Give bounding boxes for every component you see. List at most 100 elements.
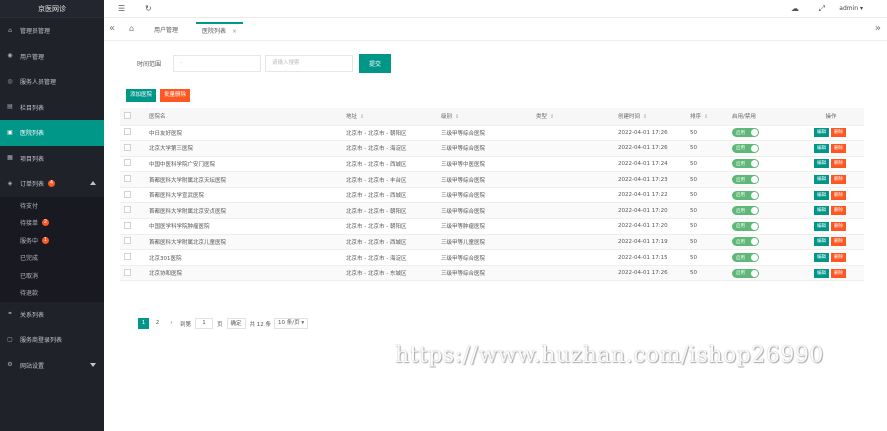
submenu-item-cancelled[interactable]: 已取消 bbox=[0, 267, 104, 285]
status-toggle[interactable]: 启用 bbox=[732, 128, 759, 138]
row-checkbox[interactable] bbox=[124, 159, 131, 167]
batch-delete-button[interactable]: 批量删除 bbox=[160, 89, 191, 102]
row-checkbox[interactable] bbox=[124, 190, 131, 198]
col-header-level[interactable]: 级别 ⇕ bbox=[437, 108, 532, 126]
submit-button[interactable]: 提交 bbox=[359, 54, 391, 73]
col-header-sort[interactable]: 排序 ⇕ bbox=[686, 108, 728, 126]
goto-confirm-button[interactable]: 确定 bbox=[226, 318, 246, 329]
status-toggle[interactable]: 启用 bbox=[732, 237, 759, 247]
sort-icon[interactable]: ⇕ bbox=[455, 114, 459, 120]
submenu-item-pending-payment[interactable]: 待支付 bbox=[0, 197, 104, 215]
row-checkbox[interactable] bbox=[124, 143, 131, 151]
next-page-button[interactable]: › bbox=[166, 318, 177, 329]
edit-button[interactable]: 编辑 bbox=[814, 143, 829, 153]
page-1-button[interactable]: 1 bbox=[138, 318, 149, 329]
cell-type bbox=[532, 171, 614, 188]
page-size-select[interactable]: 10 条/页 ▾ bbox=[274, 318, 309, 329]
edit-button[interactable]: 编辑 bbox=[814, 175, 829, 185]
sort-icon[interactable]: ⇕ bbox=[643, 114, 647, 120]
keyword-input[interactable]: 请输入搜索 bbox=[265, 55, 353, 72]
chevron-up-icon bbox=[90, 181, 96, 185]
delete-button[interactable]: 删除 bbox=[831, 128, 846, 138]
tabs-prev-icon[interactable]: « bbox=[109, 23, 115, 35]
home-tab-icon[interactable]: ⌂ bbox=[129, 23, 134, 35]
col-header-address[interactable]: 地址 ⇕ bbox=[342, 108, 437, 126]
sidebar-item-admin-manage[interactable]: ⌂ 管理员管理 bbox=[0, 18, 104, 44]
row-checkbox[interactable] bbox=[124, 268, 131, 276]
tabs-next-icon[interactable]: » bbox=[875, 23, 881, 35]
submenu-item-in-service[interactable]: 服务中 1 bbox=[0, 232, 104, 250]
sort-icon[interactable]: ⇕ bbox=[360, 114, 364, 120]
theme-icon[interactable]: ☁ bbox=[791, 4, 799, 14]
goto-page-input[interactable]: 1 bbox=[195, 318, 214, 329]
delete-button[interactable]: 删除 bbox=[831, 206, 846, 216]
row-checkbox[interactable] bbox=[124, 128, 131, 136]
table-row: 北京大学第三医院 北京市 - 北京市 - 海淀区 三级甲等综合医院 2022-04-0… bbox=[120, 140, 864, 157]
col-header-type[interactable]: 类型 ⇕ bbox=[532, 108, 614, 126]
status-toggle[interactable]: 启用 bbox=[732, 253, 759, 263]
sidebar-item-relation-list[interactable]: ⚭ 关系列表 bbox=[0, 302, 104, 328]
sidebar-item-staff-manage[interactable]: ◎ 服务人员管理 bbox=[0, 69, 104, 95]
delete-button[interactable]: 删除 bbox=[831, 190, 846, 200]
delete-button[interactable]: 删除 bbox=[831, 253, 846, 263]
delete-button[interactable]: 删除 bbox=[831, 159, 846, 169]
row-checkbox[interactable] bbox=[124, 237, 131, 245]
submenu-item-pending-refund[interactable]: 待退款 bbox=[0, 284, 104, 302]
edit-button[interactable]: 编辑 bbox=[814, 237, 829, 247]
row-checkbox[interactable] bbox=[124, 253, 131, 261]
col-header-name[interactable]: 医院名 bbox=[145, 108, 342, 126]
row-checkbox[interactable] bbox=[124, 221, 131, 229]
delete-button[interactable]: 删除 bbox=[831, 237, 846, 247]
cell-created: 2022-04-01 17:20 bbox=[614, 202, 686, 220]
delete-button[interactable]: 删除 bbox=[831, 221, 846, 231]
edit-button[interactable]: 编辑 bbox=[814, 253, 829, 263]
sort-icon[interactable]: ⇕ bbox=[704, 114, 708, 120]
edit-button[interactable]: 编辑 bbox=[814, 159, 829, 169]
status-toggle[interactable]: 启用 bbox=[732, 221, 759, 231]
delete-button[interactable]: 删除 bbox=[831, 143, 846, 153]
date-range-input[interactable]: - bbox=[173, 55, 261, 72]
sidebar-item-project-list[interactable]: ▦ 项目列表 bbox=[0, 146, 104, 172]
goto-label: 到第 bbox=[180, 321, 192, 328]
sidebar-item-hospital-list[interactable]: ▣ 医院列表 bbox=[0, 120, 104, 146]
delete-button[interactable]: 删除 bbox=[831, 268, 846, 278]
sort-icon[interactable]: ⇕ bbox=[550, 114, 554, 120]
edit-button[interactable]: 编辑 bbox=[814, 128, 829, 138]
edit-button[interactable]: 编辑 bbox=[814, 221, 829, 231]
row-checkbox[interactable] bbox=[124, 206, 131, 214]
select-all-checkbox[interactable] bbox=[124, 111, 131, 119]
col-header-created[interactable]: 创建时间 ⇕ bbox=[614, 108, 686, 126]
menu-toggle-icon[interactable]: ☰ bbox=[118, 4, 125, 14]
edit-button[interactable]: 编辑 bbox=[814, 190, 829, 200]
edit-button[interactable]: 编辑 bbox=[814, 206, 829, 216]
delete-button[interactable]: 删除 bbox=[831, 175, 846, 185]
status-toggle[interactable]: 启用 bbox=[732, 175, 759, 185]
sidebar-item-login-list[interactable]: ▢ 服务商登录列表 bbox=[0, 327, 104, 353]
tab-hospital-list[interactable]: 医院列表 × bbox=[196, 22, 244, 39]
page-2-button[interactable]: 2 bbox=[152, 318, 163, 329]
toggle-knob bbox=[751, 176, 758, 184]
row-checkbox[interactable] bbox=[124, 175, 131, 183]
sidebar-item-order-list[interactable]: ◈ 订单列表 4 bbox=[0, 171, 104, 197]
edit-button[interactable]: 编辑 bbox=[814, 268, 829, 278]
status-toggle[interactable]: 启用 bbox=[732, 190, 759, 200]
refresh-icon[interactable]: ↻ bbox=[145, 4, 152, 14]
sidebar-item-site-settings[interactable]: ⚙ 网站设置 bbox=[0, 353, 104, 379]
tab-bar: « ⌂ 用户管理 医院列表 × » bbox=[104, 19, 887, 41]
user-menu[interactable]: admin ▾ bbox=[839, 5, 863, 12]
status-toggle[interactable]: 启用 bbox=[732, 159, 759, 169]
add-hospital-button[interactable]: 添加医院 bbox=[126, 89, 157, 102]
fullscreen-icon[interactable]: ⤢ bbox=[819, 4, 825, 14]
submenu-item-pending-accept[interactable]: 待接单 2 bbox=[0, 214, 104, 232]
close-icon[interactable]: × bbox=[232, 28, 237, 35]
tab-user-manage[interactable]: 用户管理 bbox=[148, 22, 184, 39]
cell-address: 北京市 - 北京市 - 西城区 bbox=[342, 234, 437, 251]
sidebar-item-column-list[interactable]: ▤ 栏目列表 bbox=[0, 95, 104, 121]
cell-level: 三级甲等肿瘤医院 bbox=[437, 218, 532, 235]
cell-created: 2022-04-01 17:20 bbox=[614, 218, 686, 235]
status-toggle[interactable]: 启用 bbox=[732, 206, 759, 216]
submenu-item-completed[interactable]: 已完成 bbox=[0, 249, 104, 267]
status-toggle[interactable]: 启用 bbox=[732, 143, 759, 153]
sidebar-item-user-manage[interactable]: ◉ 用户管理 bbox=[0, 44, 104, 70]
status-toggle[interactable]: 启用 bbox=[732, 268, 759, 278]
